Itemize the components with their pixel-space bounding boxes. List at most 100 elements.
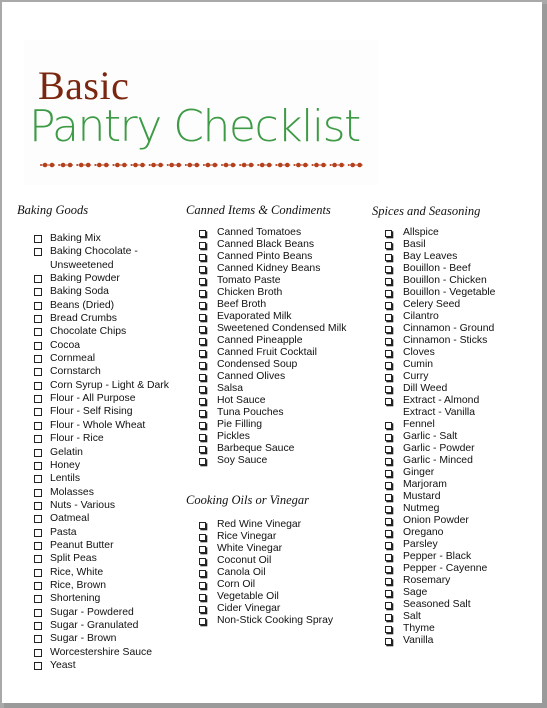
checkbox-icon[interactable]: [385, 542, 392, 549]
checkbox-icon[interactable]: [34, 648, 42, 657]
checkbox-icon[interactable]: [199, 314, 206, 321]
checkbox-icon[interactable]: [385, 530, 392, 537]
checkbox-icon[interactable]: [34, 568, 42, 577]
checkbox-icon[interactable]: [199, 338, 206, 345]
checkbox-icon[interactable]: [199, 266, 206, 273]
checkbox-icon[interactable]: [199, 242, 206, 249]
checkbox-icon[interactable]: [385, 518, 392, 525]
checkbox-icon[interactable]: [199, 446, 206, 453]
checklist-item: Rice, White: [34, 566, 169, 579]
checkbox-icon[interactable]: [385, 626, 392, 633]
checkbox-icon[interactable]: [385, 254, 392, 261]
checkbox-icon[interactable]: [199, 398, 206, 405]
checkbox-icon[interactable]: [385, 290, 392, 297]
checkbox-icon[interactable]: [34, 288, 42, 297]
checkbox-icon[interactable]: [199, 558, 206, 565]
checkbox-icon[interactable]: [199, 326, 206, 333]
checkbox-icon[interactable]: [34, 301, 42, 310]
divider-dot: [76, 164, 79, 166]
checkbox-icon[interactable]: [385, 338, 392, 345]
checkbox-icon[interactable]: [199, 362, 206, 369]
checkbox-icon[interactable]: [199, 546, 206, 553]
checkbox-icon[interactable]: [385, 434, 392, 441]
checkbox-icon[interactable]: [385, 278, 392, 285]
checkbox-icon[interactable]: [385, 266, 392, 273]
checkbox-icon[interactable]: [199, 386, 206, 393]
checkbox-icon[interactable]: [199, 254, 206, 261]
checkbox-icon[interactable]: [385, 494, 392, 501]
checkbox-icon[interactable]: [34, 355, 42, 364]
checkbox-icon[interactable]: [385, 602, 392, 609]
checkbox-icon[interactable]: [34, 235, 42, 243]
checkbox-icon[interactable]: [34, 448, 42, 457]
checkbox-icon[interactable]: [385, 362, 392, 369]
checkbox-icon[interactable]: [34, 555, 42, 564]
checklist-item-label: Dill Weed: [403, 383, 448, 394]
checkbox-icon[interactable]: [34, 501, 42, 510]
checkbox-icon[interactable]: [34, 395, 42, 404]
checkbox-icon[interactable]: [385, 230, 392, 237]
checkbox-icon[interactable]: [199, 422, 206, 429]
checkbox-icon[interactable]: [34, 381, 42, 390]
checkbox-icon[interactable]: [34, 581, 42, 590]
checkbox-icon[interactable]: [34, 528, 42, 537]
checkbox-icon[interactable]: [199, 522, 206, 529]
checkbox-icon[interactable]: [34, 662, 42, 670]
checkbox-icon[interactable]: [385, 482, 392, 489]
checklist-item-label: Pie Filling: [217, 419, 263, 430]
checkbox-icon[interactable]: [34, 275, 42, 284]
checkbox-icon[interactable]: [385, 446, 392, 453]
checkbox-icon[interactable]: [385, 470, 392, 477]
checkbox-icon[interactable]: [34, 608, 42, 617]
checkbox-icon[interactable]: [385, 506, 392, 513]
checkbox-icon[interactable]: [34, 475, 42, 484]
checkbox-icon[interactable]: [385, 302, 392, 309]
checkbox-icon[interactable]: [199, 594, 206, 601]
checkbox-icon[interactable]: [199, 534, 206, 541]
checkbox-icon[interactable]: [34, 248, 42, 257]
checkbox-icon[interactable]: [199, 374, 206, 381]
checkbox-icon[interactable]: [34, 328, 42, 337]
checkbox-icon[interactable]: [199, 230, 206, 237]
checkbox-icon[interactable]: [385, 350, 392, 357]
checkbox-icon[interactable]: [34, 435, 42, 444]
checkbox-icon[interactable]: [385, 398, 392, 405]
checkbox-icon[interactable]: [34, 421, 42, 430]
checkbox-icon[interactable]: [385, 386, 392, 393]
checkbox-icon[interactable]: [385, 314, 392, 321]
checkbox-icon[interactable]: [199, 410, 206, 417]
checkbox-icon[interactable]: [199, 570, 206, 577]
checkbox-icon[interactable]: [199, 582, 206, 589]
checkbox-icon[interactable]: [199, 458, 206, 465]
checkbox-icon[interactable]: [34, 408, 42, 417]
checkbox-icon[interactable]: [199, 606, 206, 613]
checkbox-icon[interactable]: [385, 578, 392, 585]
checkbox-icon[interactable]: [199, 302, 206, 309]
checkbox-icon[interactable]: [34, 635, 42, 644]
checkbox-icon[interactable]: [34, 341, 42, 350]
checkbox-icon[interactable]: [385, 458, 392, 465]
checkbox-icon[interactable]: [385, 242, 392, 249]
checkbox-icon[interactable]: [34, 315, 42, 324]
checkbox-icon[interactable]: [385, 590, 392, 597]
checkbox-icon[interactable]: [34, 595, 42, 604]
checkbox-icon[interactable]: [199, 434, 206, 441]
checkbox-icon[interactable]: [199, 350, 206, 357]
checkbox-icon[interactable]: [385, 638, 392, 645]
checkbox-icon[interactable]: [34, 541, 42, 550]
checkbox-icon[interactable]: [34, 515, 42, 524]
checkbox-icon[interactable]: [385, 614, 392, 621]
checkbox-icon[interactable]: [34, 461, 42, 470]
checkbox-icon[interactable]: [199, 618, 206, 625]
checkbox-icon[interactable]: [385, 566, 392, 573]
checkbox-icon[interactable]: [385, 554, 392, 561]
checkbox-icon[interactable]: [385, 326, 392, 333]
checklist-item-label: Lentils: [50, 473, 81, 485]
checkbox-icon[interactable]: [385, 374, 392, 381]
checkbox-icon[interactable]: [385, 422, 392, 429]
checkbox-icon[interactable]: [34, 368, 42, 377]
checkbox-icon[interactable]: [199, 290, 206, 297]
checkbox-icon[interactable]: [34, 488, 42, 497]
checkbox-icon[interactable]: [199, 278, 206, 285]
checkbox-icon[interactable]: [34, 621, 42, 630]
